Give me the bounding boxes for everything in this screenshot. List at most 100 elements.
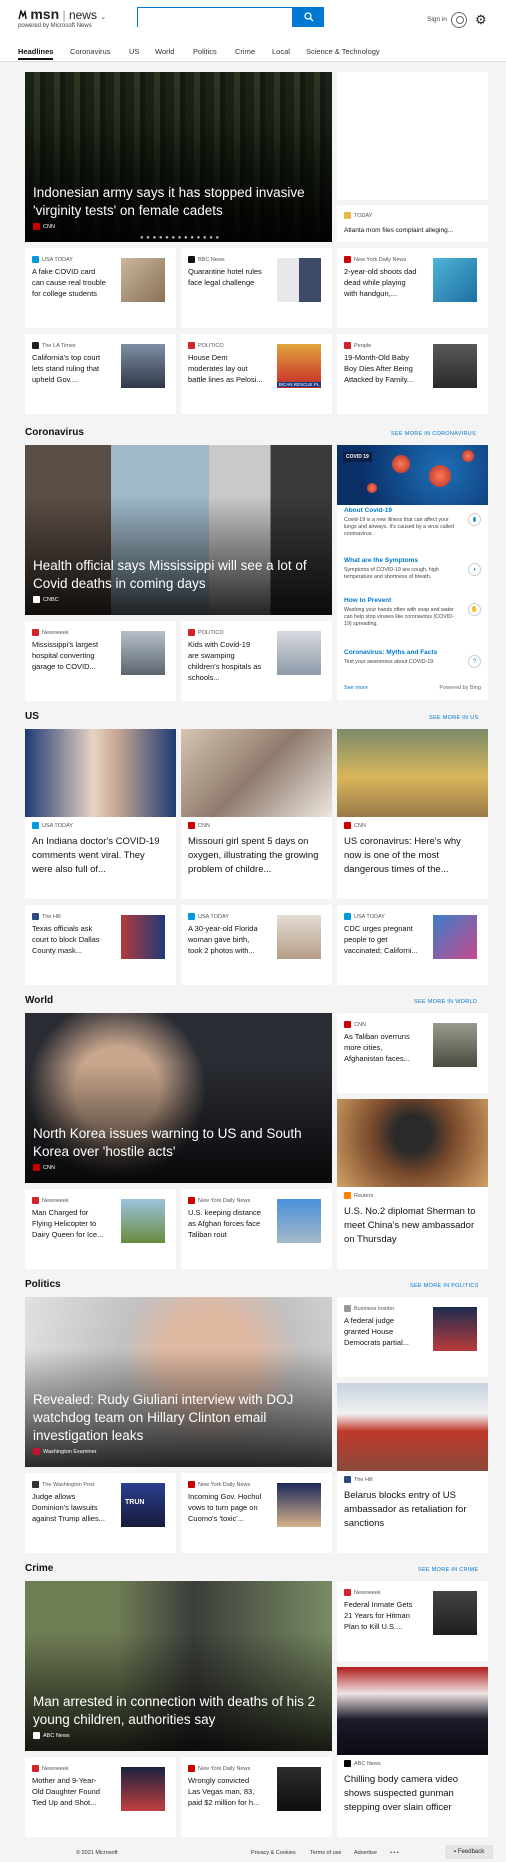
card-headline[interactable]: Wrongly convicted Las Vegas man, 83, pai… [188,1775,263,1808]
card-headline[interactable]: As Taliban overruns more cities, Afghani… [344,1031,419,1064]
news-card[interactable]: CNN As Taliban overruns more cities, Afg… [337,1013,488,1093]
covid-item-heading[interactable]: Coronavirus: Myths and Facts [344,649,484,656]
search-input[interactable] [138,9,292,28]
card-headline[interactable]: Man Charged for Flying Helicopter to Dai… [32,1207,107,1240]
carousel-dots[interactable]: ● ● ● ● ● ● ● ● ● ● ● ● ● [140,235,220,241]
see-more-world-link[interactable]: SEE MORE IN WORLD [414,999,477,1005]
hero-headline[interactable]: Revealed: Rudy Giuliani interview with D… [33,1391,318,1445]
covid-see-more-link[interactable]: See more [344,685,368,691]
card-headline[interactable]: Quarantine hotel rules face legal challe… [188,266,263,288]
news-card[interactable]: People 19-Month-Old Baby Boy Dies After … [337,334,488,414]
card-headline[interactable]: A 30-year-old Florida woman gave birth, … [188,923,263,956]
covid-item-heading[interactable]: About Covid-19 [344,507,484,514]
card-headline[interactable]: 2-year-old shoots dad dead while playing… [344,266,419,299]
news-card-medium[interactable]: CNN Missouri girl spent 5 days on oxygen… [181,729,332,899]
covid-item-symptoms[interactable]: What are the Symptoms Symptoms of COVID-… [344,557,484,581]
see-more-politics-link[interactable]: SEE MORE IN POLITICS [410,1283,479,1289]
tab-local[interactable]: Local [272,47,290,56]
card-headline[interactable]: A federal judge granted House Democrats … [344,1315,419,1348]
card-headline[interactable]: US coronavirus: Here's why now is one of… [344,835,480,877]
coronavirus-hero-card[interactable]: Health official says Mississippi will se… [25,445,332,615]
news-card[interactable]: Business Insider A federal judge granted… [337,1297,488,1377]
politics-hero-card[interactable]: Revealed: Rudy Giuliani interview with D… [25,1297,332,1467]
news-card-medium[interactable]: CNN US coronavirus: Here's why now is on… [337,729,488,899]
news-card[interactable]: The LA Times California's top court lets… [25,334,176,414]
covid-item-about[interactable]: About Covid-19 Covid-19 is a new illness… [344,507,484,538]
avatar-icon[interactable] [451,12,467,28]
terms-link[interactable]: Terms of use [310,1850,341,1856]
card-headline[interactable]: Judge allows Dominion's lawsuits against… [32,1491,107,1524]
card-headline[interactable]: Mississippi's largest hospital convertin… [32,639,107,672]
card-headline[interactable]: Texas officials ask court to block Dalla… [32,923,107,956]
card-headline[interactable]: U.S. No.2 diplomat Sherman to meet China… [344,1205,480,1247]
news-card[interactable]: USA TODAY A 30-year-old Florida woman ga… [181,905,332,985]
section-title-coronavirus[interactable]: Coronavirus [25,427,84,438]
card-headline[interactable]: Kids with Covid-19 are swamping children… [188,639,263,683]
headline-hero-card[interactable]: Indonesian army says it has stopped inva… [25,72,332,242]
section-title-world[interactable]: World [25,995,53,1006]
card-headline[interactable]: California's top court lets stand ruling… [32,352,107,385]
news-card[interactable]: Newsweek Mother and 9-Year-Old Daughter … [25,1757,176,1837]
section-title-politics[interactable]: Politics [25,1279,61,1290]
search-box[interactable] [137,7,293,28]
privacy-link[interactable]: Privacy & Cookies [251,1850,296,1856]
card-headline[interactable]: An Indiana doctor's COVID-19 comments we… [32,835,168,877]
sign-in-link[interactable]: Sign in [427,16,447,23]
news-card[interactable]: Newsweek Federal Inmate Gets 21 Years fo… [337,1581,488,1661]
news-card-medium[interactable]: USA TODAY An Indiana doctor's COVID-19 c… [25,729,176,899]
news-card-medium[interactable]: The Hill Belarus blocks entry of US amba… [337,1383,488,1553]
card-headline[interactable]: U.S. keeping distance as Afghan forces f… [188,1207,263,1240]
feedback-button[interactable]: ▪ Feedback [445,1845,493,1859]
crime-hero-card[interactable]: Man arrested in connection with deaths o… [25,1581,332,1751]
advertise-link[interactable]: Advertise [354,1850,377,1856]
hero-headline[interactable]: North Korea issues warning to US and Sou… [33,1125,318,1161]
tab-science-technology[interactable]: Science & Technology [306,47,380,56]
news-card[interactable]: USA TODAY A fake COVID card can cause re… [25,248,176,328]
card-headline[interactable]: House Dem moderates lay out battle lines… [188,352,263,385]
world-hero-card[interactable]: North Korea issues warning to US and Sou… [25,1013,332,1183]
covid-item-myths[interactable]: Coronavirus: Myths and Facts Test your a… [344,649,484,668]
card-headline[interactable]: Missouri girl spent 5 days on oxygen, il… [188,835,324,877]
card-headline[interactable]: Belarus blocks entry of US ambassador as… [344,1489,480,1531]
news-card[interactable]: New York Daily News Wrongly convicted La… [181,1757,332,1837]
covid-item-prevent[interactable]: How to Prevent Washing your hands often … [344,597,484,628]
news-card[interactable]: Newsweek Mississippi's largest hospital … [25,621,176,701]
card-headline[interactable]: Chilling body camera video shows suspect… [344,1773,480,1815]
news-card[interactable]: The Hill Texas officials ask court to bl… [25,905,176,985]
news-card[interactable]: New York Daily News U.S. keeping distanc… [181,1189,332,1269]
hero-headline[interactable]: Indonesian army says it has stopped inva… [33,184,318,220]
card-headline[interactable]: CDC urges pregnant people to get vaccina… [344,923,419,956]
see-more-us-link[interactable]: SEE MORE IN US [429,715,478,721]
news-card[interactable]: POLITICO House Dem moderates lay out bat… [181,334,332,414]
tab-us[interactable]: US [129,47,139,56]
section-title-us[interactable]: US [25,711,39,722]
card-headline[interactable]: Federal Inmate Gets 21 Years for Hitman … [344,1599,419,1632]
gear-icon[interactable]: ⚙ [475,13,487,26]
hero-headline[interactable]: Health official says Mississippi will se… [33,557,318,593]
news-card[interactable]: BBC News Quarantine hotel rules face leg… [181,248,332,328]
search-button[interactable] [293,7,324,27]
see-more-crime-link[interactable]: SEE MORE IN CRIME [418,1567,478,1573]
news-card[interactable]: New York Daily News 2-year-old shoots da… [337,248,488,328]
headline-side-card[interactable]: TODAY Atlanta mom files complaint allegi… [337,205,488,242]
news-card[interactable]: The Washington Post Judge allows Dominio… [25,1473,176,1553]
tab-politics[interactable]: Politics [193,47,217,56]
covid-item-heading[interactable]: How to Prevent [344,597,484,604]
covid-item-heading[interactable]: What are the Symptoms [344,557,484,564]
side-headline[interactable]: Atlanta mom files complaint alleging... [344,227,453,234]
more-options-icon[interactable]: • • • [390,1850,399,1856]
tab-coronavirus[interactable]: Coronavirus [70,47,110,56]
tab-world[interactable]: World [155,47,174,56]
news-card[interactable]: Newsweek Man Charged for Flying Helicopt… [25,1189,176,1269]
msn-news-logo[interactable]: msn | news ⌄ powered by Microsoft News [18,6,106,29]
news-card[interactable]: USA TODAY CDC urges pregnant people to g… [337,905,488,985]
news-card-medium[interactable]: Reuters U.S. No.2 diplomat Sherman to me… [337,1099,488,1269]
card-headline[interactable]: Mother and 9-Year-Old Daughter Found Tie… [32,1775,107,1808]
tab-headlines[interactable]: Headlines [18,47,54,60]
news-card-medium[interactable]: ABC News Chilling body camera video show… [337,1667,488,1837]
hero-headline[interactable]: Man arrested in connection with deaths o… [33,1693,318,1729]
news-card[interactable]: POLITICO Kids with Covid-19 are swamping… [181,621,332,701]
card-headline[interactable]: 19-Month-Old Baby Boy Dies After Being A… [344,352,419,385]
card-headline[interactable]: A fake COVID card can cause real trouble… [32,266,107,299]
tab-crime[interactable]: Crime [235,47,255,56]
